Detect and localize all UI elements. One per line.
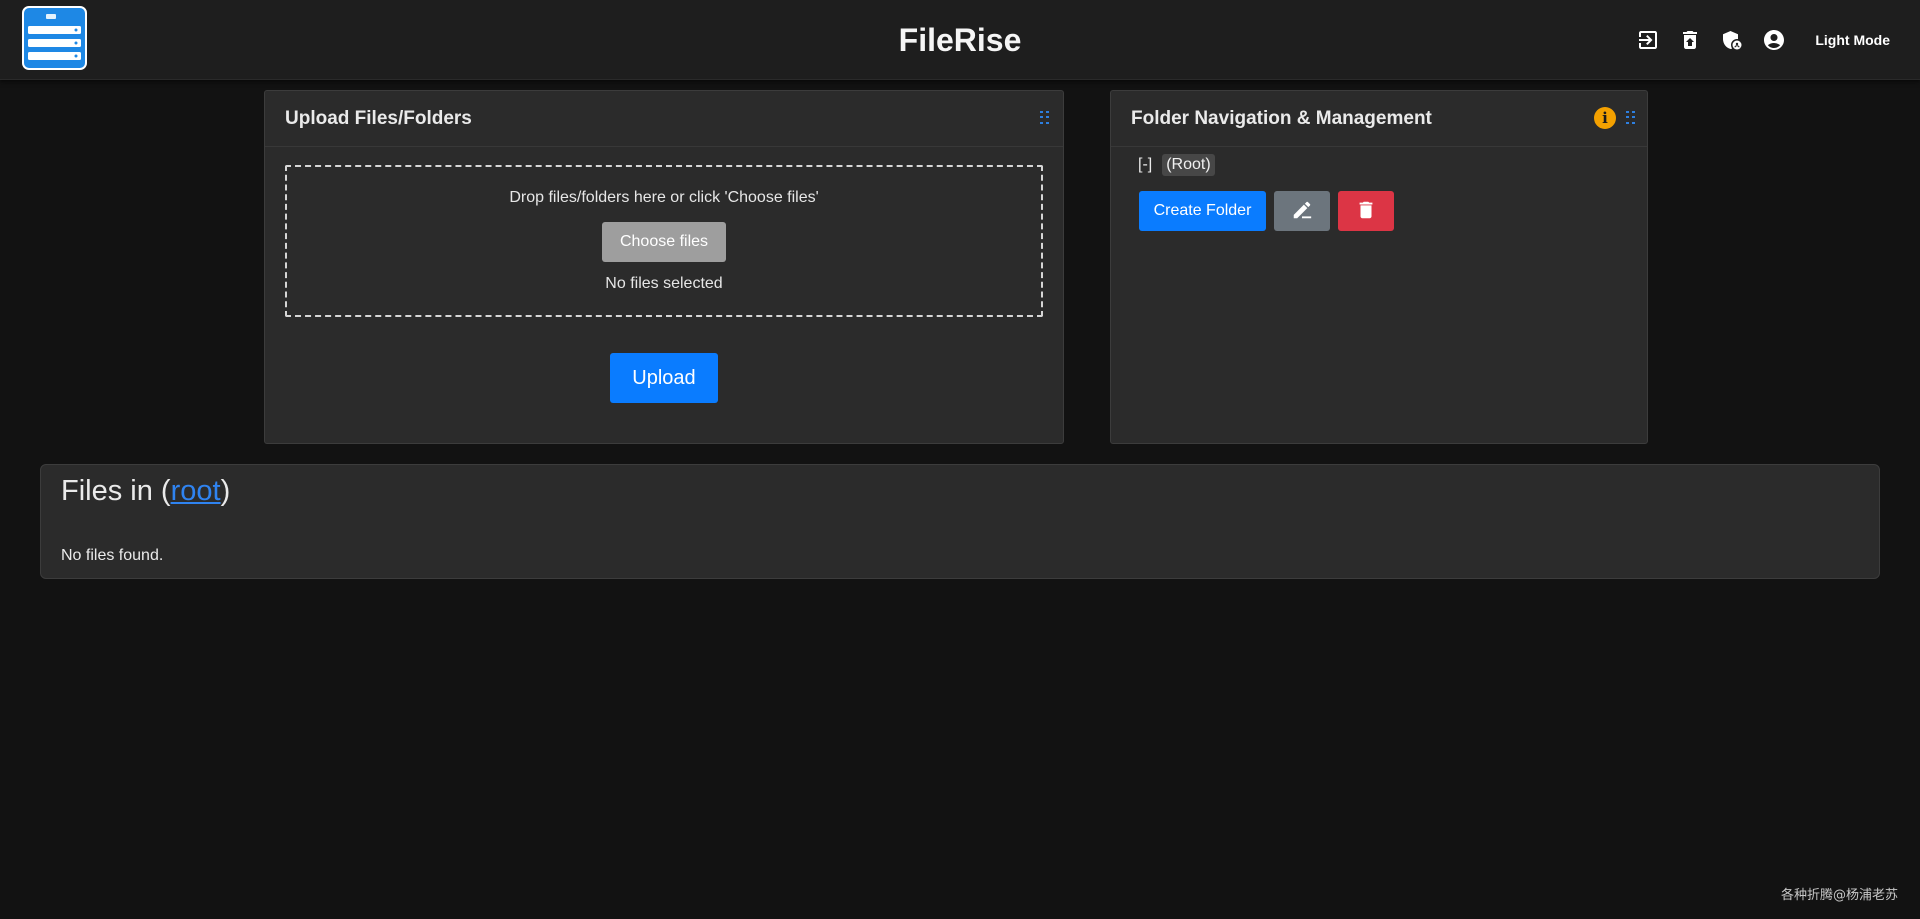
app-header: FileRise Light Mode [0,0,1920,80]
server-rack-icon[interactable] [22,6,87,70]
user-account-icon[interactable] [1761,27,1787,53]
rename-folder-button[interactable] [1274,191,1330,231]
file-list-title-suffix: ) [220,475,231,507]
app-title: FileRise [898,22,1022,58]
watermark-text: 各种折腾@杨浦老苏 [1780,888,1898,903]
folder-card-title: Folder Navigation & Management [1131,108,1432,129]
rename-icon [1291,199,1313,224]
current-folder-link[interactable]: root [171,475,221,507]
upload-card: Upload Files/Folders Drop files/folders … [264,90,1064,444]
trash-icon [1355,199,1377,224]
folder-actions: Create Folder [1139,191,1394,231]
delete-folder-button[interactable] [1338,191,1394,231]
admin-shield-icon[interactable] [1719,27,1745,53]
drop-zone[interactable]: Drop files/folders here or click 'Choose… [285,165,1043,317]
upload-card-title: Upload Files/Folders [285,108,472,129]
file-list-card: Files in (root) No files found. [40,464,1880,579]
file-list-title: Files in (root) [61,475,230,508]
upload-button[interactable]: Upload [610,353,718,403]
folder-management-card: Folder Navigation & Management i [-] (Ro… [1110,90,1648,444]
logout-icon[interactable] [1635,27,1661,53]
drop-zone-text: Drop files/folders here or click 'Choose… [509,189,819,206]
info-icon[interactable]: i [1594,107,1616,129]
tree-collapse-toggle[interactable]: [-] [1138,156,1152,174]
folder-card-header: Folder Navigation & Management i [1111,91,1647,147]
tree-root-folder[interactable]: (Root) [1162,154,1215,176]
upload-status-text: No files selected [605,275,723,292]
choose-files-button[interactable]: Choose files [602,222,726,262]
create-folder-button[interactable]: Create Folder [1139,191,1266,231]
drag-handle-icon[interactable] [1040,111,1054,125]
file-list-title-prefix: Files in ( [61,475,171,507]
trash-restore-icon[interactable] [1677,27,1703,53]
upload-card-header: Upload Files/Folders [265,91,1063,147]
empty-files-message: No files found. [61,547,164,564]
header-actions: Light Mode [1635,22,1890,58]
drag-handle-icon[interactable] [1626,111,1640,125]
folder-tree-root-row: [-] (Root) [1138,153,1215,177]
theme-toggle-button[interactable]: Light Mode [1815,32,1890,48]
